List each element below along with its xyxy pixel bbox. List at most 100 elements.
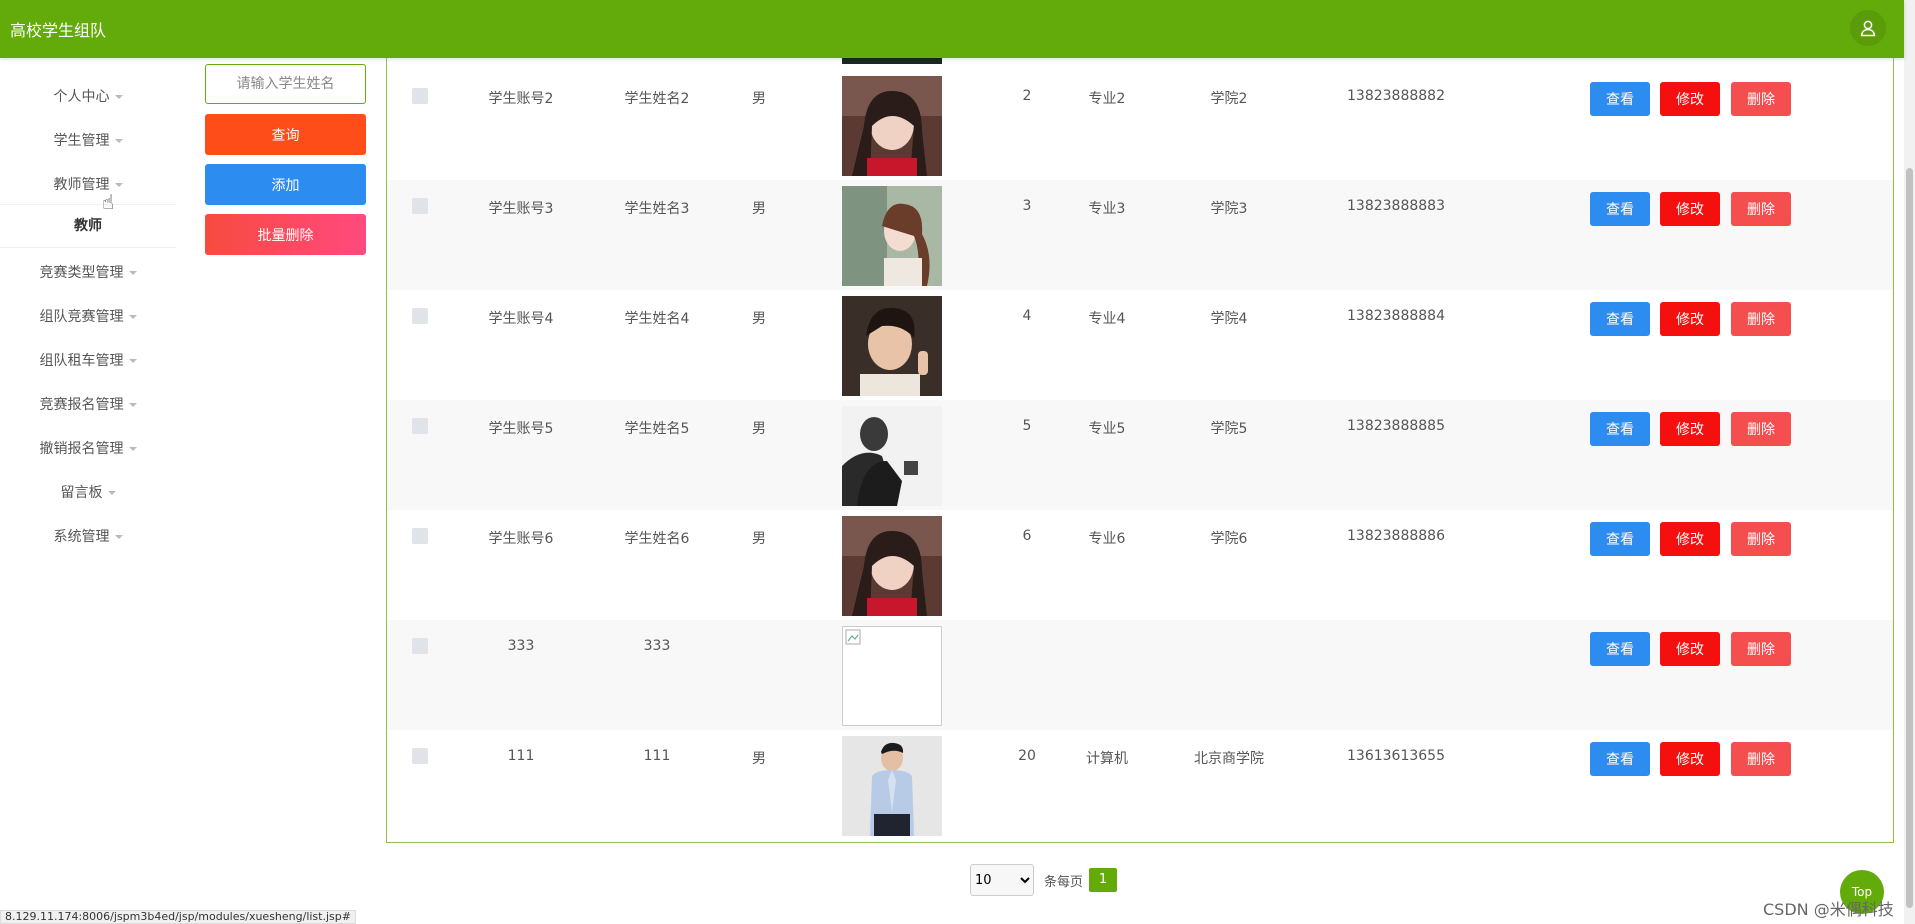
cell-account: 学生账号6	[488, 531, 554, 547]
cell-account: 学生账号3	[488, 201, 554, 217]
row-checkbox[interactable]	[412, 418, 428, 434]
sidebar-item-team-competition[interactable]: 组队竞赛管理	[0, 306, 176, 326]
delete-button[interactable]: 删除	[1731, 192, 1791, 226]
scrollbar-thumb[interactable]	[1906, 168, 1913, 908]
cell-account: 学生账号2	[488, 91, 554, 107]
batch-delete-button[interactable]: 批量删除	[205, 214, 366, 255]
cell-gender: 男	[752, 201, 766, 217]
row-checkbox[interactable]	[412, 528, 428, 544]
status-bar-url: 8.129.11.174:8006/jspm3b4ed/jsp/modules/…	[0, 910, 356, 924]
cell-phone: 13823888885	[1347, 418, 1445, 434]
edit-button[interactable]: 修改	[1660, 302, 1720, 336]
sidebar-item-competition-registration[interactable]: 竞赛报名管理	[0, 394, 176, 414]
page-size-select[interactable]: 10	[970, 864, 1034, 896]
table-row: 学生账号5 学生姓名5 男 5 专业5 学院5 13823888885 查看 修…	[387, 400, 1893, 510]
caret-down-icon	[114, 139, 123, 143]
user-icon[interactable]	[1850, 10, 1886, 46]
avatar-image	[842, 76, 942, 176]
caret-down-icon	[128, 271, 137, 275]
sidebar-item-message-board[interactable]: 留言板	[0, 482, 176, 502]
delete-button[interactable]: 删除	[1731, 522, 1791, 556]
view-button[interactable]: 查看	[1590, 742, 1650, 776]
edit-button[interactable]: 修改	[1660, 412, 1720, 446]
view-button[interactable]: 查看	[1590, 632, 1650, 666]
cell-major: 专业6	[1088, 531, 1126, 547]
sidebar: 个人中心 学生管理 教师管理 教师 竞赛类型管理 组队竞赛管理 组队租车管理 竞…	[0, 58, 176, 924]
row-checkbox[interactable]	[412, 638, 428, 654]
sidebar-item-cancel-registration[interactable]: 撤销报名管理	[0, 438, 176, 458]
edit-button[interactable]: 修改	[1660, 742, 1720, 776]
cell-college: 学院2	[1210, 91, 1248, 107]
avatar-image	[842, 736, 942, 836]
cell-college: 学院3	[1210, 201, 1248, 217]
delete-button[interactable]: 删除	[1731, 632, 1791, 666]
table-row: 学生账号3 学生姓名3 男 3 专业3 学院3 13823888883 查看 修…	[387, 180, 1893, 290]
cell-major: 计算机	[1086, 751, 1128, 767]
sidebar-item-competition-type[interactable]: 竞赛类型管理	[0, 262, 176, 282]
avatar-image	[842, 516, 942, 616]
view-button[interactable]: 查看	[1590, 522, 1650, 556]
cell-age: 2	[1022, 88, 1032, 104]
caret-down-icon	[114, 95, 123, 99]
cell-name: 学生姓名3	[624, 201, 690, 217]
table-row: 333 333 查看 修改 删除	[387, 620, 1893, 730]
vertical-scrollbar[interactable]	[1904, 0, 1915, 924]
page-number-button[interactable]: 1	[1089, 868, 1118, 892]
cell-name: 111	[643, 748, 671, 764]
watermark: CSDN @米偶科技	[1763, 900, 1894, 919]
row-checkbox[interactable]	[412, 748, 428, 764]
cell-age: 6	[1022, 528, 1032, 544]
view-button[interactable]: 查看	[1590, 82, 1650, 116]
view-button[interactable]: 查看	[1590, 192, 1650, 226]
table-row: 学生账号6 学生姓名6 男 6 专业6 学院6 13823888886 查看 修…	[387, 510, 1893, 620]
cell-age: 4	[1022, 308, 1032, 324]
cell-name: 学生姓名5	[624, 421, 690, 437]
add-button[interactable]: 添加	[205, 164, 366, 205]
avatar-image	[842, 58, 942, 64]
caret-down-icon	[128, 359, 137, 363]
cell-major: 专业4	[1088, 311, 1126, 327]
caret-down-icon	[114, 183, 123, 187]
sidebar-item-personal-center[interactable]: 个人中心	[0, 86, 176, 106]
cell-phone: 13613613655	[1347, 748, 1445, 764]
cell-phone: 13823888883	[1347, 198, 1445, 214]
row-checkbox[interactable]	[412, 308, 428, 324]
caret-down-icon	[128, 315, 137, 319]
cell-major: 专业5	[1088, 421, 1126, 437]
cell-college: 学院5	[1210, 421, 1248, 437]
sidebar-item-teacher-management[interactable]: 教师管理	[0, 174, 176, 194]
cell-age: 5	[1022, 418, 1032, 434]
edit-button[interactable]: 修改	[1660, 632, 1720, 666]
cell-phone: 13823888882	[1347, 88, 1445, 104]
caret-down-icon	[114, 535, 123, 539]
cell-name: 学生姓名4	[624, 311, 690, 327]
search-input[interactable]	[205, 64, 366, 104]
table-row: 学生账号4 学生姓名4 男 4 专业4 学院4 13823888884 查看 修…	[387, 290, 1893, 400]
view-button[interactable]: 查看	[1590, 412, 1650, 446]
row-checkbox[interactable]	[412, 198, 428, 214]
edit-button[interactable]: 修改	[1660, 522, 1720, 556]
query-button[interactable]: 查询	[205, 114, 366, 155]
cell-age: 3	[1022, 198, 1032, 214]
delete-button[interactable]: 删除	[1731, 742, 1791, 776]
cell-college: 学院6	[1210, 531, 1248, 547]
view-button[interactable]: 查看	[1590, 302, 1650, 336]
cell-major: 专业3	[1088, 201, 1126, 217]
cell-account: 111	[507, 748, 535, 764]
cell-college: 学院4	[1210, 311, 1248, 327]
edit-button[interactable]: 修改	[1660, 192, 1720, 226]
delete-button[interactable]: 删除	[1731, 82, 1791, 116]
table-row: 111 111 男 20 计算机 北京商学院 13613613655 查看 修改…	[387, 730, 1893, 840]
top-bar: 高校学生组队	[0, 0, 1904, 58]
delete-button[interactable]: 删除	[1731, 302, 1791, 336]
sidebar-item-system-management[interactable]: 系统管理	[0, 526, 176, 546]
avatar-image	[842, 296, 942, 396]
row-checkbox[interactable]	[412, 88, 428, 104]
cell-gender: 男	[752, 751, 766, 767]
sidebar-item-team-car-rental[interactable]: 组队租车管理	[0, 350, 176, 370]
caret-down-icon	[107, 491, 116, 495]
edit-button[interactable]: 修改	[1660, 82, 1720, 116]
sidebar-item-student-management[interactable]: 学生管理	[0, 130, 176, 150]
sidebar-subitem-teacher[interactable]: 教师	[0, 204, 176, 248]
delete-button[interactable]: 删除	[1731, 412, 1791, 446]
